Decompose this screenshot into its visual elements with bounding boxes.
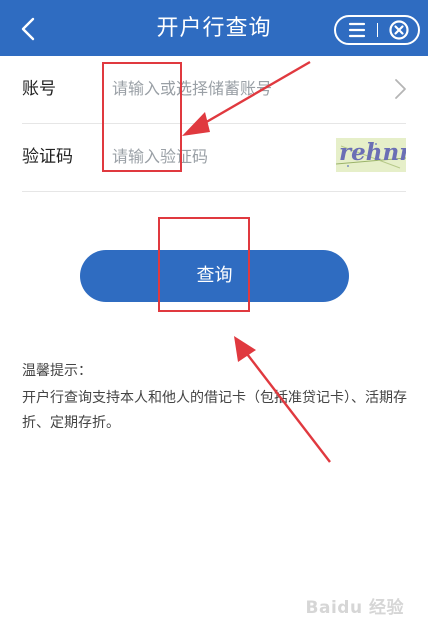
watermark: Baidu 经验	[305, 598, 404, 618]
capsule-divider	[377, 23, 378, 37]
tips-title: 温馨提示：	[22, 363, 92, 379]
account-label: 账号	[22, 79, 56, 99]
annotation-arrowhead-lower	[234, 336, 256, 362]
chevron-right-icon	[395, 79, 406, 99]
menu-button[interactable]	[344, 19, 370, 41]
tips-body: 开户行查询支持本人和他人的借记卡（包括准贷记卡）、活期存折、定期存折。	[22, 390, 407, 431]
account-select-button[interactable]	[392, 76, 408, 102]
captcha-image[interactable]: rehnr	[336, 138, 406, 172]
menu-icon	[348, 22, 366, 38]
close-button[interactable]	[386, 18, 412, 42]
page: 开户行查询 账号 请输入或选择储蓄账号 验证码 请输入验证码 rehnr 查询 …	[0, 0, 428, 638]
account-row[interactable]: 账号 请输入或选择储蓄账号	[0, 56, 428, 124]
mini-program-capsule	[334, 15, 420, 45]
captcha-row: 验证码 请输入验证码 rehnr	[0, 124, 428, 192]
captcha-label: 验证码	[22, 147, 73, 167]
app-header: 开户行查询	[0, 0, 428, 56]
annotation-box-button	[158, 217, 250, 312]
captcha-text: rehnr	[339, 139, 406, 166]
close-circle-icon	[389, 20, 409, 40]
annotation-box-input	[102, 62, 182, 172]
row-divider	[22, 191, 406, 192]
